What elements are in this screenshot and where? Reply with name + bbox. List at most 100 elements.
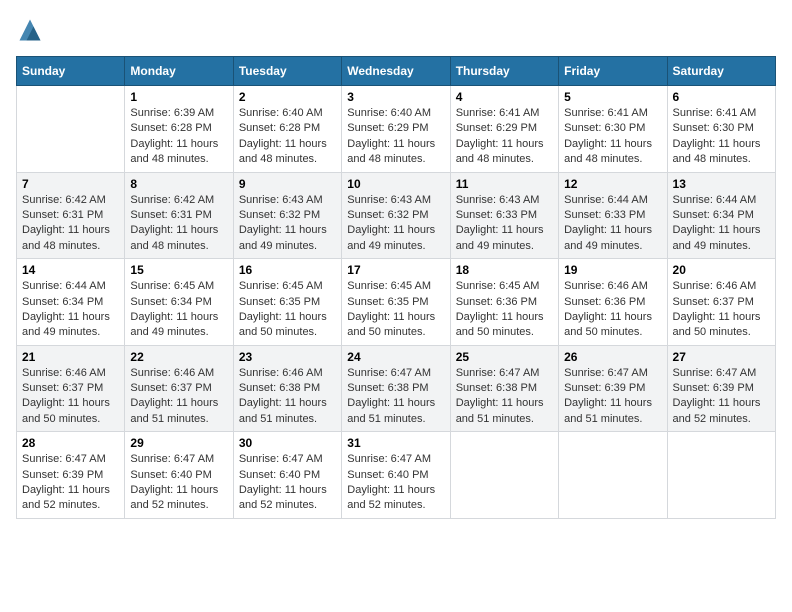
cell-line: and 52 minutes. bbox=[239, 498, 336, 513]
day-number: 17 bbox=[347, 263, 444, 277]
calendar-cell: 19Sunrise: 6:46 AMSunset: 6:36 PMDayligh… bbox=[559, 259, 667, 346]
calendar-cell: 8Sunrise: 6:42 AMSunset: 6:31 PMDaylight… bbox=[125, 172, 233, 259]
day-number: 5 bbox=[564, 90, 661, 104]
cell-line: Daylight: 11 hours bbox=[22, 483, 119, 498]
header-day-saturday: Saturday bbox=[667, 57, 775, 86]
calendar-cell: 16Sunrise: 6:45 AMSunset: 6:35 PMDayligh… bbox=[233, 259, 341, 346]
cell-line: Sunrise: 6:41 AM bbox=[564, 106, 661, 121]
calendar-table: SundayMondayTuesdayWednesdayThursdayFrid… bbox=[16, 56, 776, 519]
cell-line: Sunset: 6:40 PM bbox=[347, 468, 444, 483]
calendar-cell: 25Sunrise: 6:47 AMSunset: 6:38 PMDayligh… bbox=[450, 345, 558, 432]
header-row: SundayMondayTuesdayWednesdayThursdayFrid… bbox=[17, 57, 776, 86]
cell-line: Daylight: 11 hours bbox=[347, 396, 444, 411]
header-day-sunday: Sunday bbox=[17, 57, 125, 86]
cell-line: Sunset: 6:40 PM bbox=[239, 468, 336, 483]
cell-line: and 49 minutes. bbox=[456, 239, 553, 254]
cell-line: Daylight: 11 hours bbox=[130, 310, 227, 325]
calendar-cell: 27Sunrise: 6:47 AMSunset: 6:39 PMDayligh… bbox=[667, 345, 775, 432]
cell-line: Sunset: 6:31 PM bbox=[22, 208, 119, 223]
cell-line: Sunrise: 6:46 AM bbox=[22, 366, 119, 381]
cell-line: and 50 minutes. bbox=[239, 325, 336, 340]
cell-line: and 51 minutes. bbox=[564, 412, 661, 427]
calendar-cell bbox=[559, 432, 667, 519]
calendar-cell: 4Sunrise: 6:41 AMSunset: 6:29 PMDaylight… bbox=[450, 86, 558, 173]
calendar-cell: 6Sunrise: 6:41 AMSunset: 6:30 PMDaylight… bbox=[667, 86, 775, 173]
cell-line: Sunrise: 6:44 AM bbox=[22, 279, 119, 294]
day-number: 30 bbox=[239, 436, 336, 450]
calendar-cell: 9Sunrise: 6:43 AMSunset: 6:32 PMDaylight… bbox=[233, 172, 341, 259]
cell-line: Sunset: 6:34 PM bbox=[673, 208, 770, 223]
cell-line: Daylight: 11 hours bbox=[239, 483, 336, 498]
day-number: 26 bbox=[564, 350, 661, 364]
day-number: 7 bbox=[22, 177, 119, 191]
day-number: 12 bbox=[564, 177, 661, 191]
day-number: 9 bbox=[239, 177, 336, 191]
cell-line: Sunrise: 6:47 AM bbox=[130, 452, 227, 467]
cell-line: Daylight: 11 hours bbox=[239, 310, 336, 325]
cell-line: Sunrise: 6:44 AM bbox=[673, 193, 770, 208]
day-number: 4 bbox=[456, 90, 553, 104]
calendar-cell: 10Sunrise: 6:43 AMSunset: 6:32 PMDayligh… bbox=[342, 172, 450, 259]
cell-line: Daylight: 11 hours bbox=[564, 310, 661, 325]
day-number: 13 bbox=[673, 177, 770, 191]
cell-line: Daylight: 11 hours bbox=[22, 396, 119, 411]
day-number: 16 bbox=[239, 263, 336, 277]
cell-line: Daylight: 11 hours bbox=[347, 310, 444, 325]
cell-line: Daylight: 11 hours bbox=[456, 396, 553, 411]
calendar-cell: 7Sunrise: 6:42 AMSunset: 6:31 PMDaylight… bbox=[17, 172, 125, 259]
cell-line: and 48 minutes. bbox=[22, 239, 119, 254]
cell-line: Daylight: 11 hours bbox=[564, 137, 661, 152]
cell-line: Sunset: 6:40 PM bbox=[130, 468, 227, 483]
calendar-cell: 17 Sunrise: 6:45 AMSunset: 6:35 PMDayligh… bbox=[342, 259, 450, 346]
cell-line: Sunset: 6:32 PM bbox=[347, 208, 444, 223]
cell-line: Sunrise: 6:47 AM bbox=[564, 366, 661, 381]
cell-line: Sunset: 6:30 PM bbox=[673, 121, 770, 136]
page-header bbox=[16, 16, 776, 44]
calendar-cell: 26Sunrise: 6:47 AMSunset: 6:39 PMDayligh… bbox=[559, 345, 667, 432]
day-number: 23 bbox=[239, 350, 336, 364]
cell-line: Sunrise: 6:45 AM bbox=[347, 279, 444, 294]
cell-line: Sunrise: 6:46 AM bbox=[130, 366, 227, 381]
cell-line: Sunset: 6:36 PM bbox=[456, 295, 553, 310]
header-day-friday: Friday bbox=[559, 57, 667, 86]
calendar-cell: 28Sunrise: 6:47 AMSunset: 6:39 PMDayligh… bbox=[17, 432, 125, 519]
cell-line: Sunrise: 6:47 AM bbox=[347, 452, 444, 467]
cell-line: Sunset: 6:35 PM bbox=[347, 295, 444, 310]
cell-line: Sunset: 6:38 PM bbox=[347, 381, 444, 396]
cell-line: Daylight: 11 hours bbox=[673, 310, 770, 325]
cell-line: Sunset: 6:36 PM bbox=[564, 295, 661, 310]
cell-line: Sunrise: 6:47 AM bbox=[673, 366, 770, 381]
cell-line: Sunset: 6:29 PM bbox=[456, 121, 553, 136]
day-number: 2 bbox=[239, 90, 336, 104]
day-number: 18 bbox=[456, 263, 553, 277]
cell-line: Sunrise: 6:47 AM bbox=[456, 366, 553, 381]
calendar-cell bbox=[450, 432, 558, 519]
cell-line: Daylight: 11 hours bbox=[347, 223, 444, 238]
cell-line: Sunrise: 6:43 AM bbox=[239, 193, 336, 208]
cell-line: and 49 minutes. bbox=[564, 239, 661, 254]
cell-line: Daylight: 11 hours bbox=[22, 310, 119, 325]
calendar-cell bbox=[667, 432, 775, 519]
cell-line: Sunset: 6:37 PM bbox=[673, 295, 770, 310]
day-number: 31 bbox=[347, 436, 444, 450]
cell-line: Daylight: 11 hours bbox=[130, 223, 227, 238]
day-number: 14 bbox=[22, 263, 119, 277]
cell-line: Daylight: 11 hours bbox=[673, 223, 770, 238]
cell-line: and 49 minutes. bbox=[22, 325, 119, 340]
logo bbox=[16, 16, 48, 44]
day-number: 8 bbox=[130, 177, 227, 191]
cell-line: and 48 minutes. bbox=[239, 152, 336, 167]
cell-line: and 50 minutes. bbox=[347, 325, 444, 340]
cell-line: Daylight: 11 hours bbox=[673, 396, 770, 411]
week-row-1: 1Sunrise: 6:39 AMSunset: 6:28 PMDaylight… bbox=[17, 86, 776, 173]
cell-line: and 51 minutes. bbox=[239, 412, 336, 427]
cell-line: Sunset: 6:31 PM bbox=[130, 208, 227, 223]
cell-line: Daylight: 11 hours bbox=[456, 223, 553, 238]
cell-line: Daylight: 11 hours bbox=[673, 137, 770, 152]
day-number: 21 bbox=[22, 350, 119, 364]
cell-line: Sunrise: 6:42 AM bbox=[22, 193, 119, 208]
calendar-cell: 30Sunrise: 6:47 AMSunset: 6:40 PMDayligh… bbox=[233, 432, 341, 519]
calendar-cell: 5Sunrise: 6:41 AMSunset: 6:30 PMDaylight… bbox=[559, 86, 667, 173]
cell-line: Sunrise: 6:45 AM bbox=[456, 279, 553, 294]
cell-line: and 48 minutes. bbox=[564, 152, 661, 167]
